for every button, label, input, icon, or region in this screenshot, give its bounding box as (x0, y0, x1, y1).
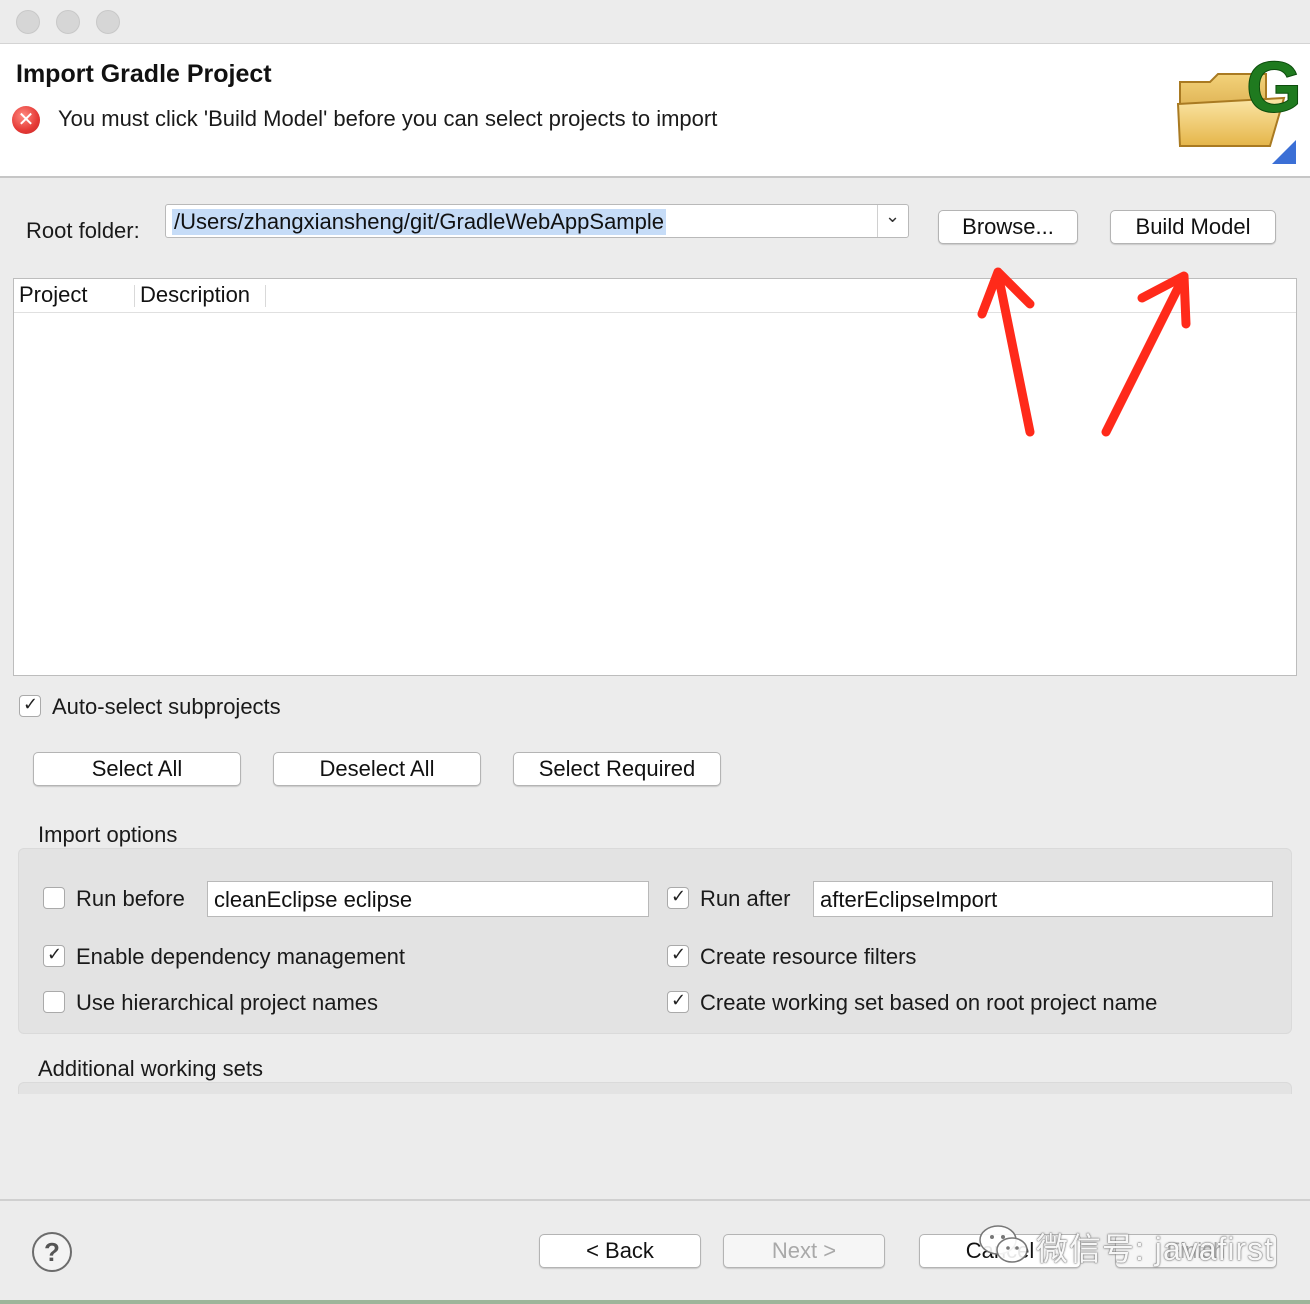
wizard-header: Import Gradle Project ✕ You must click '… (0, 44, 1310, 178)
enable-dependency-label: Enable dependency management (76, 944, 406, 969)
annotation-arrows (977, 267, 1191, 437)
column-divider[interactable] (265, 285, 266, 307)
column-divider[interactable] (134, 285, 135, 307)
run-after-label: Run after (700, 886, 791, 911)
back-button[interactable]: < Back (539, 1234, 701, 1268)
checkmark-icon: ✓ (671, 944, 687, 964)
select-required-button[interactable]: Select Required (513, 752, 721, 786)
column-header-project[interactable]: Project (19, 282, 87, 308)
root-folder-combo[interactable]: /Users/zhangxiansheng/git/GradleWebAppSa… (165, 204, 909, 238)
run-before-field[interactable]: cleanEclipse eclipse (207, 881, 649, 917)
error-icon: ✕ (12, 106, 40, 134)
window-titlebar (0, 0, 1310, 44)
auto-select-checkbox[interactable]: ✓ (19, 694, 41, 717)
run-after-checkbox[interactable]: ✓ (667, 886, 689, 909)
checkmark-icon: ✓ (23, 694, 39, 714)
working-set-root-checkbox[interactable]: ✓ (667, 990, 689, 1013)
next-button[interactable]: Next > (723, 1234, 885, 1268)
additional-working-sets-group (18, 1082, 1292, 1094)
additional-working-sets-title: Additional working sets (38, 1056, 264, 1081)
window-bottom-edge (0, 1300, 1310, 1304)
checkmark-icon: ✓ (671, 886, 687, 906)
deselect-all-button[interactable]: Deselect All (273, 752, 481, 786)
zoom-window-button[interactable] (96, 10, 120, 34)
run-before-label: Run before (76, 886, 185, 911)
error-message: You must click 'Build Model' before you … (58, 106, 718, 131)
footer-divider (0, 1199, 1310, 1201)
root-folder-path[interactable]: /Users/zhangxiansheng/git/GradleWebAppSa… (172, 209, 666, 235)
close-window-button[interactable] (16, 10, 40, 34)
hierarchical-names-label: Use hierarchical project names (76, 990, 379, 1015)
column-header-description[interactable]: Description (140, 282, 250, 308)
combo-dropdown-button[interactable]: ⌄ (877, 205, 908, 237)
help-button[interactable]: ? (32, 1232, 72, 1272)
checkmark-icon: ✓ (671, 990, 687, 1010)
run-before-checkbox[interactable] (43, 887, 65, 909)
wechat-icon (979, 1225, 1028, 1263)
watermark-text: 微信号: javafirst (1036, 1231, 1275, 1267)
minimize-window-button[interactable] (56, 10, 80, 34)
select-all-button[interactable]: Select All (33, 752, 241, 786)
auto-select-label: Auto-select subprojects (52, 694, 281, 719)
resource-filters-checkbox[interactable]: ✓ (667, 944, 689, 967)
run-after-field[interactable]: afterEclipseImport (813, 881, 1273, 917)
hierarchical-names-checkbox[interactable] (43, 991, 65, 1013)
checkmark-icon: ✓ (47, 944, 63, 964)
svg-text:G: G (1246, 48, 1302, 128)
root-folder-label: Root folder: (26, 218, 140, 243)
working-set-root-label: Create working set based on root project… (700, 990, 1158, 1015)
import-options-title: Import options (38, 822, 178, 847)
resource-filters-label: Create resource filters (700, 944, 917, 969)
build-model-arrow (1101, 275, 1187, 437)
enable-dependency-checkbox[interactable]: ✓ (43, 944, 65, 967)
chevron-down-icon: ⌄ (885, 206, 901, 226)
browse-button[interactable]: Browse... (938, 210, 1078, 244)
help-icon: ? (44, 1237, 60, 1267)
gradle-folder-icon: G (1176, 48, 1303, 164)
build-model-button[interactable]: Build Model (1110, 210, 1276, 244)
page-title: Import Gradle Project (16, 60, 272, 88)
